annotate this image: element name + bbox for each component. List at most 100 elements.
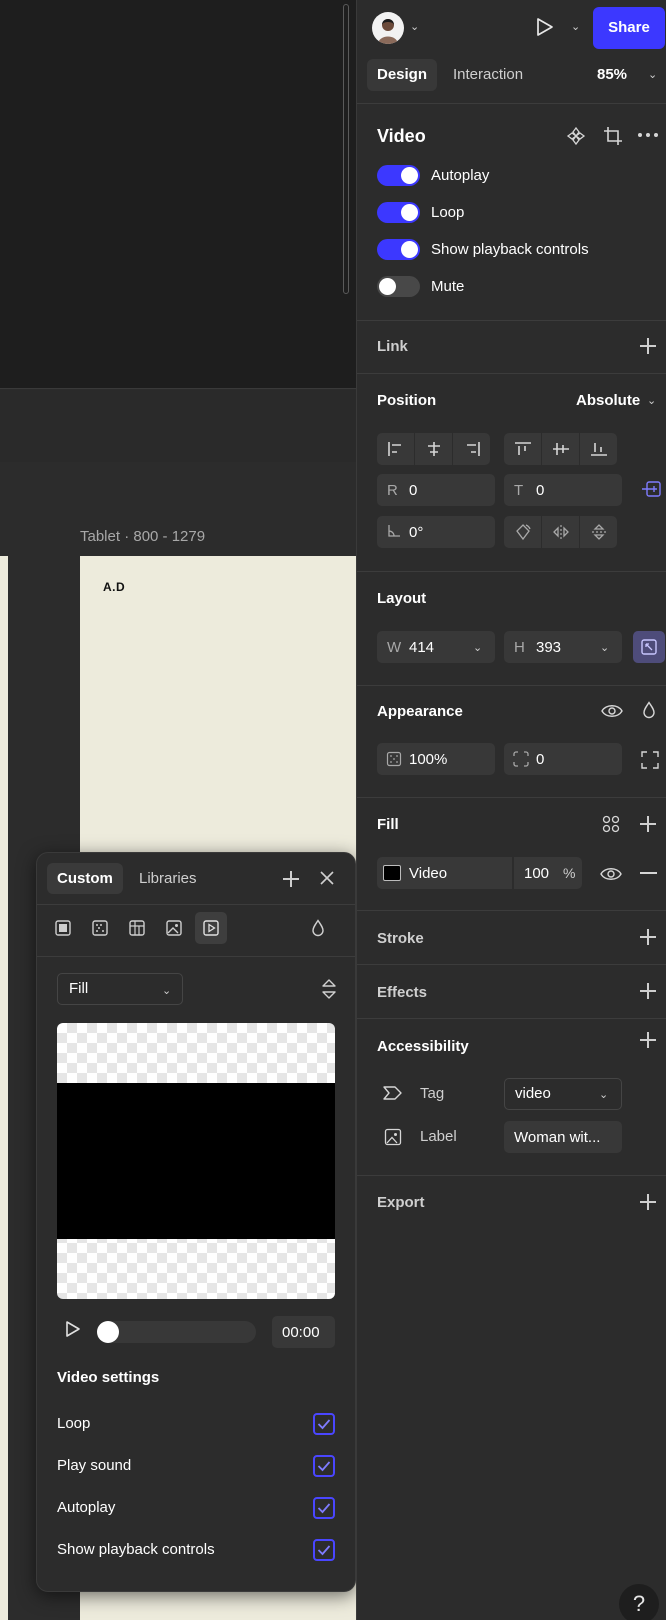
fill-visibility-eye-icon[interactable]: [600, 865, 622, 883]
width-field[interactable]: W 414 ⌄: [377, 631, 495, 663]
fill-opacity-field[interactable]: 100 %: [514, 857, 582, 889]
present-play-icon[interactable]: [533, 16, 555, 38]
swap-icon[interactable]: [320, 979, 338, 999]
playback-controls-toggle[interactable]: [377, 239, 420, 260]
help-button[interactable]: ?: [619, 1584, 659, 1620]
checkbox-show-playback-controls[interactable]: [313, 1539, 335, 1561]
setting-show-playback-controls[interactable]: Show playback controls: [57, 1539, 335, 1563]
blend-drop-icon[interactable]: [641, 701, 657, 719]
add-accessibility-icon[interactable]: [639, 1031, 657, 1049]
checkbox-play-sound[interactable]: [313, 1455, 335, 1477]
align-right-icon[interactable]: [453, 433, 490, 465]
adjacent-frame[interactable]: [0, 556, 8, 1620]
fill-type-value: Video: [409, 865, 448, 882]
t-prefix: T: [514, 482, 524, 499]
video-paint-icon[interactable]: [195, 912, 227, 944]
play-icon[interactable]: [62, 1319, 82, 1339]
add-export-icon[interactable]: [639, 1193, 657, 1211]
opacity-drop-icon[interactable]: [310, 919, 326, 937]
image-paint-icon[interactable]: [158, 912, 190, 944]
align-top-icon[interactable]: [504, 433, 541, 465]
add-fill-icon[interactable]: [639, 815, 657, 833]
add-stroke-icon[interactable]: [639, 928, 657, 946]
appearance-section-title: Appearance: [377, 703, 463, 720]
setting-play-sound[interactable]: Play sound: [57, 1455, 335, 1479]
visibility-eye-icon[interactable]: [601, 702, 623, 720]
mute-toggle[interactable]: [377, 276, 420, 297]
video-settings-title: Video settings: [57, 1369, 160, 1386]
align-horizontal-center-icon[interactable]: [415, 433, 452, 465]
resize-to-fit-icon[interactable]: [633, 631, 665, 663]
avatar-chevron-down-icon[interactable]: ⌄: [410, 20, 419, 33]
label-field[interactable]: Woman wit...: [504, 1121, 622, 1153]
setting-loop[interactable]: Loop: [57, 1413, 335, 1437]
avatar[interactable]: [372, 12, 404, 44]
rotate-icon[interactable]: [504, 516, 541, 548]
fill-swatch[interactable]: [383, 865, 401, 881]
height-value: 393: [536, 639, 562, 656]
autoplay-label: Autoplay: [431, 167, 490, 184]
mute-label: Mute: [431, 278, 465, 295]
position-t-field[interactable]: T 0: [504, 474, 622, 506]
tab-custom[interactable]: Custom: [47, 863, 123, 894]
width-chevron-down-icon[interactable]: ⌄: [473, 641, 482, 654]
flip-vertical-icon[interactable]: [580, 516, 617, 548]
rotation-field[interactable]: 0°: [377, 516, 495, 548]
more-options-icon[interactable]: [637, 132, 659, 138]
zoom-level[interactable]: 85%: [597, 66, 627, 83]
width-value: 414: [409, 639, 435, 656]
frame-label[interactable]: Tablet · 800 - 1279: [80, 528, 205, 545]
position-mode[interactable]: Absolute: [576, 392, 640, 409]
independent-corners-icon[interactable]: [641, 751, 659, 769]
label-label: Label: [420, 1128, 457, 1145]
corner-radius-value: 0: [536, 751, 545, 768]
tab-interaction[interactable]: Interaction: [453, 66, 523, 83]
video-preview[interactable]: [57, 1023, 335, 1299]
canvas-dark-area[interactable]: [0, 0, 356, 389]
add-link-icon[interactable]: [639, 337, 657, 355]
layout-section-title: Layout: [377, 590, 427, 607]
corner-radius-field[interactable]: 0: [504, 743, 622, 775]
present-chevron-down-icon[interactable]: ⌄: [571, 20, 580, 33]
flip-horizontal-icon[interactable]: [542, 516, 579, 548]
align-left-icon[interactable]: [377, 433, 414, 465]
add-effect-icon[interactable]: [639, 982, 657, 1000]
close-icon[interactable]: [319, 870, 335, 886]
fill-mode-select[interactable]: Fill ⌄: [57, 973, 183, 1005]
remove-fill-icon[interactable]: [640, 872, 657, 874]
frame-logo-text[interactable]: A.D: [103, 580, 125, 594]
canvas-scrollbar[interactable]: [343, 4, 349, 294]
loop-toggle[interactable]: [377, 202, 420, 223]
solid-paint-icon[interactable]: [47, 912, 79, 944]
align-bottom-icon[interactable]: [580, 433, 617, 465]
tag-select[interactable]: video ⌄: [504, 1078, 622, 1110]
crop-icon[interactable]: [603, 126, 623, 146]
position-r-field[interactable]: R 0: [377, 474, 495, 506]
tag-chevron-down-icon: ⌄: [599, 1089, 609, 1101]
video-progress-track[interactable]: [97, 1321, 256, 1343]
height-chevron-down-icon[interactable]: ⌄: [600, 641, 609, 654]
tab-design[interactable]: Design: [367, 59, 437, 91]
canvas-band: [0, 390, 356, 462]
video-progress-knob[interactable]: [97, 1321, 119, 1343]
checkbox-autoplay[interactable]: [313, 1497, 335, 1519]
styles-grid-icon[interactable]: [602, 815, 620, 833]
opacity-field[interactable]: 100%: [377, 743, 495, 775]
constraints-icon[interactable]: [641, 479, 663, 499]
position-chevron-down-icon[interactable]: ⌄: [647, 394, 656, 407]
share-button[interactable]: Share: [593, 7, 665, 49]
setting-label: Show playback controls: [57, 1541, 215, 1558]
pattern-paint-icon[interactable]: [121, 912, 153, 944]
autoplay-toggle[interactable]: [377, 165, 420, 186]
gradient-paint-icon[interactable]: [84, 912, 116, 944]
add-style-icon[interactable]: [282, 870, 300, 888]
align-vertical-center-icon[interactable]: [542, 433, 579, 465]
component-icon[interactable]: [566, 126, 586, 146]
tab-libraries[interactable]: Libraries: [129, 863, 207, 894]
fill-type-field[interactable]: Video: [377, 857, 512, 889]
height-field[interactable]: H 393 ⌄: [504, 631, 622, 663]
checkbox-loop[interactable]: [313, 1413, 335, 1435]
setting-autoplay[interactable]: Autoplay: [57, 1497, 335, 1521]
zoom-chevron-down-icon[interactable]: ⌄: [648, 68, 657, 81]
angle-icon: [386, 523, 402, 539]
